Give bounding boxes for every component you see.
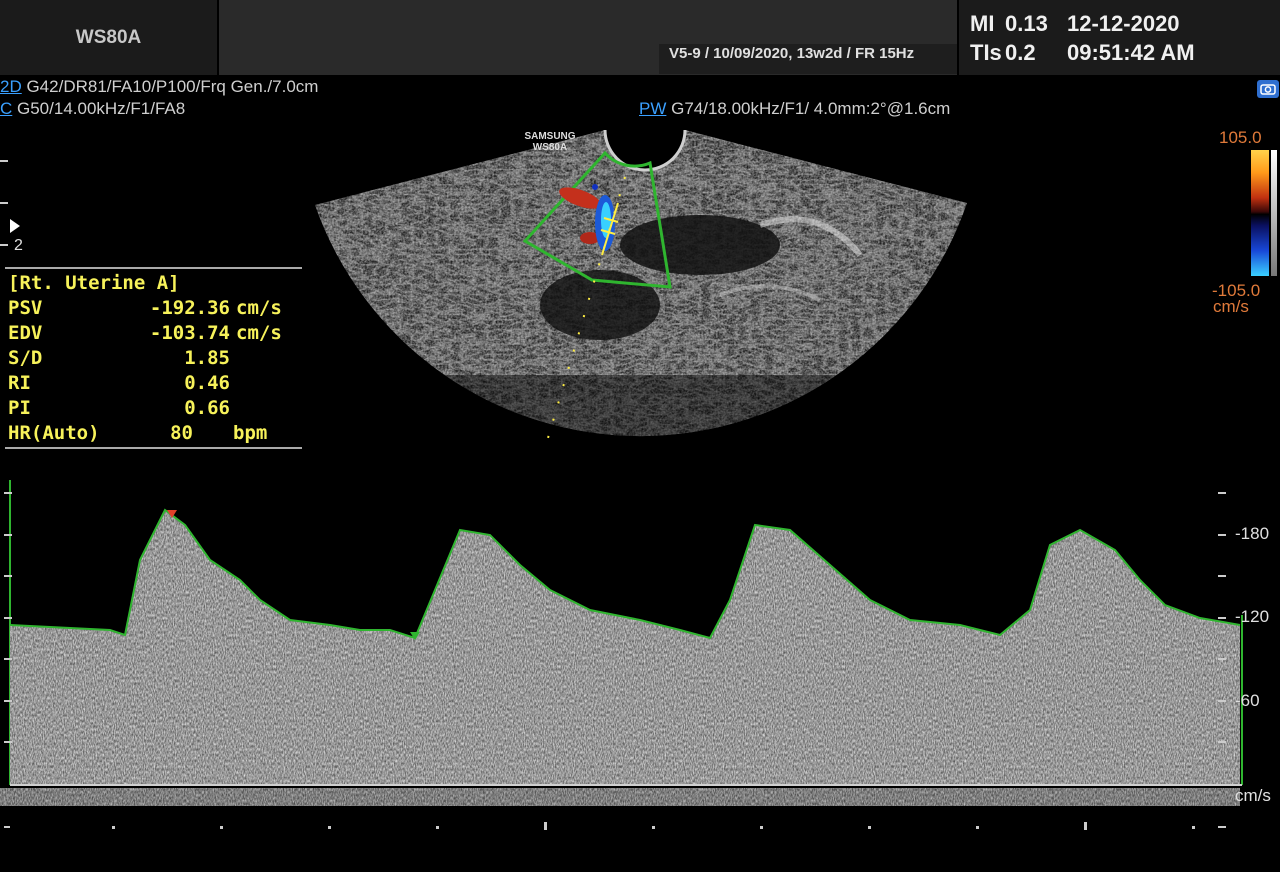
params-2d: 2D G42/DR81/FA10/P100/Frq Gen./7.0cm bbox=[0, 77, 318, 97]
measurement-row: S/D 1.85 bbox=[8, 347, 298, 372]
mode-2d-label[interactable]: 2D bbox=[0, 77, 22, 96]
velocity-tick bbox=[1218, 534, 1226, 536]
measurement-panel: [Rt. Uterine A] PSV -192.36 cm/s EDV -103.74… bbox=[5, 267, 302, 449]
params-color-text: G50/14.00kHz/F1/FA8 bbox=[12, 99, 186, 118]
depth-label: 2 bbox=[14, 237, 23, 254]
measurement-row: PSV -192.36 cm/s bbox=[8, 297, 298, 322]
watermark-brand: SAMSUNG bbox=[524, 131, 576, 142]
measurement-label: HR(Auto) bbox=[8, 422, 100, 444]
measurement-row: HR(Auto) 80 bpm bbox=[8, 422, 298, 447]
velocity-unit-label: cm/s bbox=[1235, 786, 1271, 805]
params-pw-text: G74/18.00kHz/F1/ 4.0mm:2°@1.6cm bbox=[666, 99, 951, 118]
measurement-value: -192.36 bbox=[149, 297, 230, 319]
velocity-tick bbox=[4, 534, 12, 536]
grayscale-bar bbox=[1271, 150, 1277, 276]
watermark: SAMSUNG WS80A bbox=[510, 131, 590, 153]
measurement-unit: bpm bbox=[233, 422, 268, 444]
mode-pw-label[interactable]: PW bbox=[639, 99, 666, 118]
velocity-tick bbox=[1218, 741, 1226, 743]
measurement-value: 0.66 bbox=[184, 397, 230, 419]
params-pw: PW G74/18.00kHz/F1/ 4.0mm:2°@1.6cm bbox=[639, 99, 950, 119]
colorbar-max: 105.0 bbox=[1219, 128, 1262, 147]
velocity-tick bbox=[4, 658, 12, 660]
depth-tick bbox=[0, 244, 8, 246]
measurement-unit: cm/s bbox=[236, 297, 282, 319]
measurement-label: S/D bbox=[8, 347, 43, 369]
tis-value: 0.2 bbox=[1005, 40, 1036, 65]
measurement-row: EDV -103.74 cm/s bbox=[8, 322, 298, 347]
measurement-value: -103.74 bbox=[149, 322, 230, 344]
measurement-label: RI bbox=[8, 372, 31, 394]
mi-value: 0.13 bbox=[1005, 11, 1048, 36]
depth-tick bbox=[0, 160, 8, 162]
exam-date: 12-12-2020 bbox=[1067, 11, 1180, 36]
depth-tick bbox=[0, 202, 8, 204]
measurement-label: PSV bbox=[8, 297, 43, 319]
velocity-tick bbox=[4, 492, 12, 494]
mi-label: MI bbox=[970, 11, 995, 36]
velocity-scale-label: -180 bbox=[1235, 524, 1270, 543]
color-velocity-bar bbox=[1251, 150, 1269, 276]
probe-info: V5-9 / 10/09/2020, 13w2d / FR 15Hz bbox=[659, 44, 957, 74]
velocity-scale-label: -120 bbox=[1235, 607, 1270, 626]
velocity-tick bbox=[4, 741, 12, 743]
params-2d-text: G42/DR81/FA10/P100/Frq Gen./7.0cm bbox=[21, 77, 319, 96]
tis-label: TIs bbox=[970, 40, 1002, 65]
colorbar-unit: cm/s bbox=[1213, 297, 1249, 316]
probe-info-text: V5-9 / 10/09/2020, 13w2d / FR 15Hz bbox=[669, 45, 915, 62]
watermark-model: WS80A bbox=[532, 142, 568, 153]
doppler-spectrum[interactable] bbox=[0, 480, 1280, 840]
velocity-tick bbox=[4, 575, 12, 577]
measurement-unit: cm/s bbox=[236, 322, 282, 344]
bmode-sector-image[interactable] bbox=[300, 125, 980, 465]
velocity-tick bbox=[4, 617, 12, 619]
velocity-scale-label: -60 bbox=[1235, 691, 1260, 710]
velocity-tick bbox=[1218, 617, 1226, 619]
velocity-tick bbox=[1218, 575, 1226, 577]
measurement-label: PI bbox=[8, 397, 31, 419]
measurement-value: 0.46 bbox=[184, 372, 230, 394]
measurement-value: 1.85 bbox=[184, 347, 230, 369]
measurement-title: [Rt. Uterine A] bbox=[8, 272, 180, 294]
measurement-value: 80 bbox=[170, 422, 193, 444]
velocity-tick bbox=[1218, 658, 1226, 660]
measurement-row: RI 0.46 bbox=[8, 372, 298, 397]
mode-color-label[interactable]: C bbox=[0, 99, 12, 118]
velocity-tick bbox=[1218, 492, 1226, 494]
focus-marker-icon[interactable] bbox=[10, 219, 20, 233]
measurement-label: EDV bbox=[8, 322, 43, 344]
exam-time: 09:51:42 AM bbox=[1067, 40, 1195, 65]
measurement-row: PI 0.66 bbox=[8, 397, 298, 422]
model-name: WS80A bbox=[75, 27, 142, 48]
params-color: C G50/14.00kHz/F1/FA8 bbox=[0, 99, 185, 119]
velocity-tick bbox=[4, 700, 12, 702]
camera-icon[interactable] bbox=[1257, 80, 1279, 98]
velocity-tick bbox=[1218, 700, 1226, 702]
